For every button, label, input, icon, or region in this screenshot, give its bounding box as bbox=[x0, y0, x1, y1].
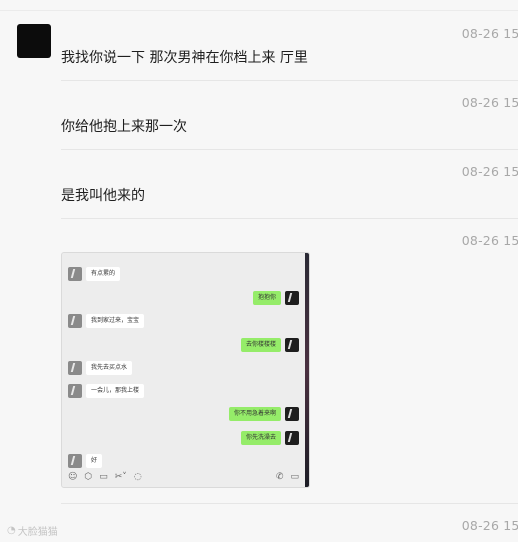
message-divider bbox=[61, 218, 518, 219]
chat-row: 去你楼楼楼 bbox=[237, 337, 299, 353]
chat-bubble: 我先去买点水 bbox=[86, 361, 133, 375]
chat-bubble: 好 bbox=[86, 454, 103, 468]
watermark: ◔ 大脸猫猫 bbox=[7, 523, 58, 538]
chat-row: 你不用急着来啊 bbox=[225, 406, 299, 422]
avatar bbox=[285, 407, 299, 421]
message-timestamp: 08-26 15: bbox=[461, 26, 518, 41]
message-text[interactable]: 你给他抱上来那一次 bbox=[61, 116, 187, 136]
chat-bubble: 一会儿，那我上楼 bbox=[86, 384, 145, 398]
avatar bbox=[285, 431, 299, 445]
chat-bubble: 抱抱你 bbox=[252, 291, 281, 305]
avatar bbox=[68, 454, 82, 468]
weibo-icon: ◔ bbox=[7, 525, 16, 536]
phone-icon: ✆ bbox=[275, 472, 284, 482]
chat-bubble: 你先洗澡去 bbox=[240, 431, 281, 445]
message-text[interactable]: 我找你说一下 那次男神在你档上来 厅里 bbox=[61, 47, 308, 67]
sender-avatar[interactable] bbox=[17, 24, 51, 58]
message-timestamp: 08-26 15: bbox=[461, 164, 518, 179]
video-call-icon: ▭ bbox=[290, 472, 299, 482]
screenshot-toolbar: ☺ ⬡ ▭ ✂˅ ◌ ✆ ▭ bbox=[62, 467, 305, 487]
avatar bbox=[285, 338, 299, 352]
chat-bubble-icon: ◌ bbox=[133, 472, 142, 482]
emoji-icon: ☺ bbox=[68, 472, 78, 482]
chat-bubble: 我到家过来，宝宝 bbox=[86, 314, 145, 328]
chat-row: 我先去买点水 bbox=[68, 360, 136, 376]
folder-icon: ▭ bbox=[99, 472, 108, 482]
watermark-text: 大脸猫猫 bbox=[17, 527, 58, 538]
message-text[interactable]: 是我叫他来的 bbox=[61, 185, 145, 205]
scissors-icon: ✂˅ bbox=[114, 472, 127, 482]
message-timestamp: 08-26 15: bbox=[461, 518, 518, 533]
avatar bbox=[285, 291, 299, 305]
avatar bbox=[68, 314, 82, 328]
avatar bbox=[68, 384, 82, 398]
message-timestamp: 08-26 15: bbox=[461, 233, 518, 248]
sticker-icon: ⬡ bbox=[84, 472, 93, 482]
chat-bubble: 有点累的 bbox=[86, 267, 121, 281]
chat-bubble: 你不用急着来啊 bbox=[228, 407, 281, 421]
message-divider bbox=[61, 149, 518, 150]
image-message[interactable]: 有点累的 抱抱你 我到家过来，宝宝 去你楼楼楼 我先去买点水 一会儿，那我上楼 … bbox=[61, 252, 310, 488]
chat-bubble: 去你楼楼楼 bbox=[240, 338, 281, 352]
chat-row: 我到家过来，宝宝 bbox=[68, 313, 148, 329]
chat-row: 有点累的 bbox=[68, 266, 124, 282]
chat-row: 抱抱你 bbox=[249, 290, 299, 306]
message-divider bbox=[61, 503, 518, 504]
chat-row: 你先洗澡去 bbox=[237, 430, 299, 446]
top-divider bbox=[0, 10, 518, 11]
chat-row: 一会儿，那我上楼 bbox=[68, 383, 148, 399]
message-timestamp: 08-26 15: bbox=[461, 95, 518, 110]
avatar bbox=[68, 361, 82, 375]
image-edge-strip bbox=[305, 253, 309, 487]
avatar bbox=[68, 267, 82, 281]
message-divider bbox=[61, 80, 518, 81]
